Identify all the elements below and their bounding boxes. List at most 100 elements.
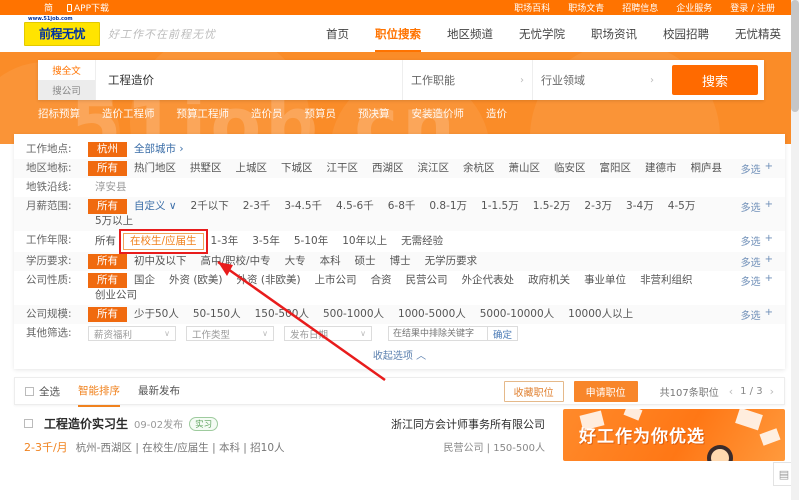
plus-icon[interactable]: + xyxy=(765,233,775,244)
filter-option-salary-range-4[interactable]: 3-4.5千 xyxy=(277,199,329,214)
job-company-name[interactable]: 浙江同方会计师事务所有限公司 xyxy=(359,416,545,432)
hot-keyword-2[interactable]: 预算工程师 xyxy=(177,106,230,121)
topbar-link-recruit-info[interactable]: 招聘信息 xyxy=(622,1,658,14)
plus-icon[interactable]: + xyxy=(765,307,775,318)
filter-option-district-landmark-7[interactable]: 滨江区 xyxy=(411,161,457,176)
filter-option-company-type-11[interactable]: 创业公司 xyxy=(88,288,144,303)
filter-option-salary-range-9[interactable]: 1.5-2万 xyxy=(526,199,578,214)
filter-option-company-size-0[interactable]: 所有 xyxy=(88,307,127,322)
filter-option-district-landmark-5[interactable]: 江干区 xyxy=(320,161,366,176)
hot-keyword-1[interactable]: 造价工程师 xyxy=(102,106,155,121)
filter-more-education[interactable]: 多选 xyxy=(741,254,763,269)
filter-option-work-experience-2[interactable]: 1-3年 xyxy=(204,234,246,249)
app-download-link[interactable]: APP下载 xyxy=(67,1,109,14)
filter-option-company-size-7[interactable]: 10000人以上 xyxy=(561,307,640,322)
filter-option-company-type-8[interactable]: 政府机关 xyxy=(521,273,577,288)
filter-option-company-type-7[interactable]: 外企代表处 xyxy=(455,273,522,288)
filter-option-salary-range-5[interactable]: 4.5-6千 xyxy=(329,199,381,214)
filter-more-company-size[interactable]: 多选 xyxy=(741,307,763,322)
filter-option-salary-range-7[interactable]: 0.8-1万 xyxy=(422,199,474,214)
logo-area[interactable]: www.51job.com 前程无忧 好工作不在前程无忧 xyxy=(0,15,216,46)
filter-option-company-size-6[interactable]: 5000-10000人 xyxy=(473,307,561,322)
filter-option-company-size-5[interactable]: 1000-5000人 xyxy=(391,307,473,322)
filter-option-district-landmark-10[interactable]: 临安区 xyxy=(547,161,593,176)
nav-item-career-news[interactable]: 职场资讯 xyxy=(591,15,637,52)
filter-option-company-type-2[interactable]: 外资 (欧美) xyxy=(162,273,230,288)
filter-option-company-type-0[interactable]: 所有 xyxy=(88,273,127,288)
plus-icon[interactable]: + xyxy=(765,273,775,284)
filter-option-district-landmark-11[interactable]: 富阳区 xyxy=(593,161,639,176)
collapse-options-toggle[interactable]: 收起选项 ︿ xyxy=(14,343,785,365)
hot-keyword-6[interactable]: 安装造价师 xyxy=(412,106,465,121)
nav-item-home[interactable]: 首页 xyxy=(326,15,349,52)
filter-option-district-landmark-4[interactable]: 下城区 xyxy=(274,161,320,176)
select-salary-benefits[interactable]: 薪资福利 ∨ xyxy=(88,326,176,341)
exclude-keyword-input[interactable] xyxy=(388,326,488,341)
hot-keyword-4[interactable]: 预算员 xyxy=(305,106,337,121)
nav-item-job-search[interactable]: 职位搜索 xyxy=(375,15,421,52)
filter-more-work-experience[interactable]: 多选 xyxy=(741,233,763,248)
filter-option-work-experience-1[interactable]: 在校生/应届生 xyxy=(123,233,204,250)
filter-option-district-landmark-9[interactable]: 萧山区 xyxy=(502,161,548,176)
filter-option-company-size-3[interactable]: 150-500人 xyxy=(248,307,316,322)
apply-jobs-button[interactable]: 申请职位 xyxy=(573,380,638,402)
filter-option-salary-range-1[interactable]: 自定义 ∨ xyxy=(127,199,184,214)
filter-option-education-1[interactable]: 初中及以下 xyxy=(127,254,194,269)
plus-icon[interactable]: + xyxy=(765,199,775,210)
filter-more-company-type[interactable]: 多选 xyxy=(741,273,763,288)
plus-icon[interactable]: + xyxy=(765,254,775,265)
filter-option-education-7[interactable]: 无学历要求 xyxy=(418,254,485,269)
hot-keyword-0[interactable]: 招标预算 xyxy=(38,106,80,121)
filter-option-metro-line-0[interactable]: 淳安县 xyxy=(88,180,134,195)
filter-option-salary-range-13[interactable]: 5万以上 xyxy=(88,214,140,229)
filter-option-company-type-1[interactable]: 国企 xyxy=(127,273,162,288)
ad-banner[interactable]: 好工作为你优选 xyxy=(563,409,785,461)
filter-option-work-experience-4[interactable]: 5-10年 xyxy=(287,234,335,249)
job-title[interactable]: 工程造价实习生 xyxy=(44,415,128,432)
tab-search-company[interactable]: 搜公司 xyxy=(38,80,95,100)
nav-item-region-channel[interactable]: 地区频道 xyxy=(447,15,493,52)
select-all-checkbox[interactable] xyxy=(25,386,34,396)
nav-item-wuyou-elite[interactable]: 无忧精英 xyxy=(735,15,781,52)
filter-option-salary-range-3[interactable]: 2-3千 xyxy=(236,199,278,214)
job-list-item[interactable]: 工程造价实习生 09-02发布 实习 2-3千/月 杭州-西湖区 | 在校生/应… xyxy=(14,409,555,457)
filter-option-salary-range-12[interactable]: 4-5万 xyxy=(661,199,703,214)
job-function-select[interactable]: 工作职能 › xyxy=(402,60,532,100)
plus-icon[interactable]: + xyxy=(765,161,775,172)
filter-option-salary-range-6[interactable]: 6-8千 xyxy=(381,199,423,214)
topbar-link-encyclopedia[interactable]: 职场百科 xyxy=(514,1,550,14)
select-all-control[interactable]: 全选 xyxy=(25,384,60,399)
filter-option-company-type-10[interactable]: 非营利组织 xyxy=(633,273,700,288)
filter-option-salary-range-0[interactable]: 所有 xyxy=(88,199,127,214)
search-button[interactable]: 搜索 xyxy=(672,65,758,95)
hot-keyword-5[interactable]: 预决算 xyxy=(358,106,390,121)
exclude-keyword-confirm-button[interactable]: 确定 xyxy=(488,326,519,341)
filter-option-district-landmark-1[interactable]: 热门地区 xyxy=(127,161,183,176)
tab-search-fulltext[interactable]: 搜全文 xyxy=(38,60,95,80)
filter-option-work-location-0[interactable]: 杭州 xyxy=(88,142,127,157)
filter-option-education-2[interactable]: 高中/职校/中专 xyxy=(194,254,278,269)
filter-option-education-3[interactable]: 大专 xyxy=(278,254,313,269)
filter-option-work-experience-5[interactable]: 10年以上 xyxy=(335,234,394,249)
filter-option-salary-range-2[interactable]: 2千以下 xyxy=(184,199,236,214)
filter-option-salary-range-11[interactable]: 3-4万 xyxy=(619,199,661,214)
filter-option-education-6[interactable]: 博士 xyxy=(383,254,418,269)
hot-keyword-3[interactable]: 造价员 xyxy=(251,106,283,121)
sort-tab-newest[interactable]: 最新发布 xyxy=(138,383,180,400)
nav-item-wuyou-academy[interactable]: 无忧学院 xyxy=(519,15,565,52)
filter-option-salary-range-10[interactable]: 2-3万 xyxy=(577,199,619,214)
filter-option-district-landmark-0[interactable]: 所有 xyxy=(88,161,127,176)
hot-keyword-7[interactable]: 造价 xyxy=(486,106,507,121)
filter-option-company-type-3[interactable]: 外资 (非欧美) xyxy=(230,273,308,288)
filter-more-district-landmark[interactable]: 多选 xyxy=(741,161,763,176)
sort-tab-smart[interactable]: 智能排序 xyxy=(78,383,120,407)
filter-option-education-0[interactable]: 所有 xyxy=(88,254,127,269)
filter-option-work-experience-0[interactable]: 所有 xyxy=(88,234,123,249)
industry-select[interactable]: 行业领域 › xyxy=(532,60,662,100)
filter-option-company-size-2[interactable]: 50-150人 xyxy=(186,307,248,322)
filter-option-work-experience-3[interactable]: 3-5年 xyxy=(245,234,287,249)
select-publish-date[interactable]: 发布日期 ∨ xyxy=(284,326,372,341)
filter-option-company-size-1[interactable]: 少于50人 xyxy=(127,307,186,322)
filter-option-company-size-4[interactable]: 500-1000人 xyxy=(316,307,391,322)
page-scrollbar[interactable] xyxy=(791,0,799,500)
